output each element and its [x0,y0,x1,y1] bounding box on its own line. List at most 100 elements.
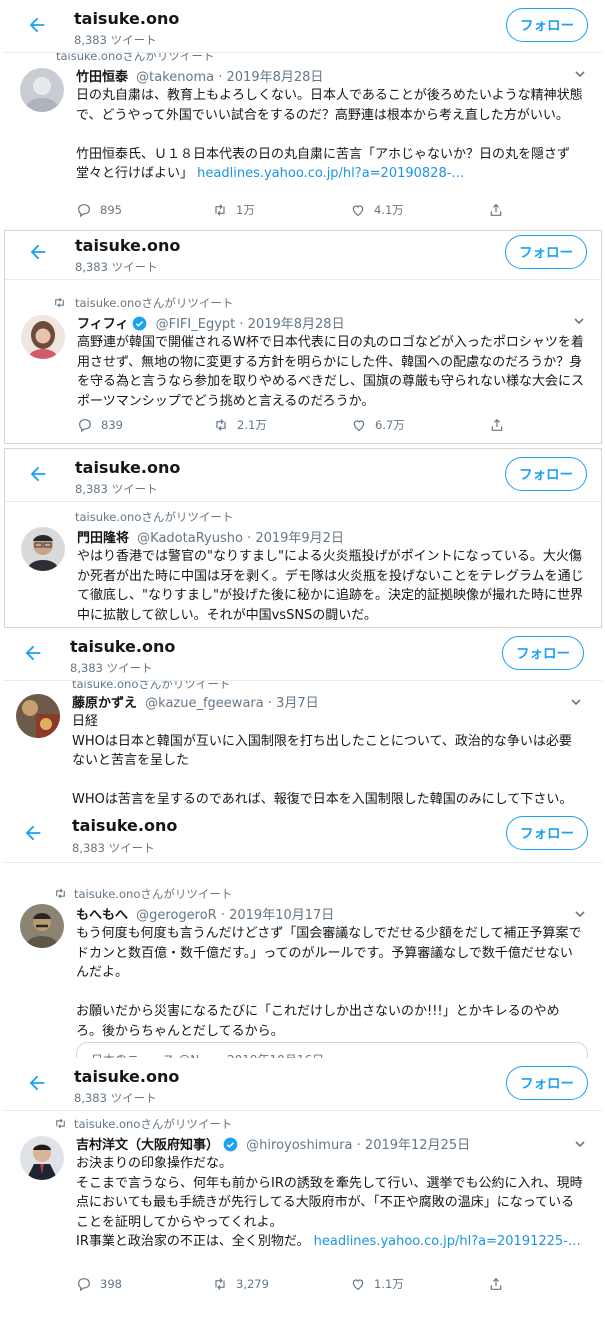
tweet-meta: 藤原かずえ @kazue_fgeewara · 3月7日 [72,692,319,711]
avatar[interactable] [20,68,64,112]
chevron-down-icon[interactable] [570,696,582,708]
profile-username: taisuke.ono [74,1067,180,1086]
author-handle[interactable]: @hiroyoshimura [246,1138,352,1153]
tweet-link[interactable]: headlines.yahoo.co.jp/hl?a=20191225-… [314,1234,581,1249]
like-count: 6.7万 [375,418,405,432]
tweet-count: 8,383 ツイート [75,482,158,496]
tweet-link[interactable]: headlines.yahoo.co.jp/hl?a=20190828-… [197,166,464,181]
share-button[interactable] [488,202,504,218]
tweet-meta: 竹田恒泰 @takenoma · 2019年8月28日 [76,66,323,85]
follow-button[interactable]: フォロー [505,235,587,269]
profile-username: taisuke.ono [72,816,178,835]
avatar[interactable] [21,315,65,359]
like-button[interactable]: 6.7万 [351,417,405,433]
like-button[interactable]: 4.1万 [350,202,404,218]
follow-button[interactable]: フォロー [506,1066,588,1100]
back-arrow-icon[interactable] [27,241,49,263]
share-button[interactable] [489,417,505,433]
tweet-date[interactable]: · 2019年9月2日 [247,531,344,546]
like-button[interactable]: 1.1万 [350,1276,404,1292]
share-button[interactable] [488,1276,504,1292]
tweet-date[interactable]: · 2019年12月25日 [357,1138,470,1153]
reply-button[interactable]: 398 [76,1276,122,1292]
tweet-panel-2: taisuke.ono 8,383 ツイート フォロー taisuke.onoさ… [4,230,602,444]
tweet-text: もう何度も何度も言うんだけどさず「国会審議なしでだせる少額をだして補正予算案でド… [76,926,582,1039]
retweet-button[interactable]: 3,279 [212,1276,269,1292]
reply-button[interactable]: 839 [77,417,123,433]
back-arrow-icon[interactable] [27,463,49,485]
share-icon [490,203,502,216]
author-handle[interactable]: @takenoma [136,70,214,85]
tweet-date[interactable]: · 2019年10月17日 [221,908,334,923]
tweet-meta: もへもへ @gerogeroR · 2019年10月17日 [76,904,334,923]
tweet-count: 8,383 ツイート [75,260,158,274]
retweet-icon [215,204,225,216]
chevron-down-icon[interactable] [574,908,586,920]
retweet-count: 2.1万 [237,418,267,432]
back-arrow-icon[interactable] [26,14,48,36]
back-arrow-icon[interactable] [22,642,44,664]
retweet-button[interactable]: 2.1万 [213,417,267,433]
retweet-label: taisuke.onoさんがリツイート [75,295,233,311]
retweet-icon [215,1278,225,1290]
profile-header: taisuke.ono 8,383 ツイート フォロー [4,1058,602,1111]
chevron-down-icon[interactable] [573,315,585,327]
tweet-date[interactable]: · 2019年8月28日 [218,70,323,85]
tweet-date[interactable]: · 2019年8月28日 [239,317,344,332]
tweet-panel-6: taisuke.ono 8,383 ツイート フォロー taisuke.onoさ… [4,1058,602,1314]
reply-icon [79,419,91,433]
tweet-meta: 門田隆将 @KadotaRyusho · 2019年9月2日 [77,527,344,546]
author-name[interactable]: フィフィ [77,317,128,332]
author-name[interactable]: 藤原かずえ [72,696,137,711]
heart-icon [352,1279,364,1291]
reply-count: 895 [100,203,122,217]
author-name[interactable]: もへもへ [76,908,128,923]
avatar[interactable] [20,904,64,948]
reply-icon [78,1278,90,1292]
reply-count: 398 [100,1277,122,1291]
retweet-label: taisuke.onoさんがリツイート [74,887,233,901]
tweet-count: 8,383 ツイート [74,1091,157,1105]
author-name[interactable]: 吉村洋文（大阪府知事） [76,1138,219,1153]
profile-header: taisuke.ono 8,383 ツイート フォロー [4,0,602,53]
author-handle[interactable]: @KadotaRyusho [137,531,243,546]
tweet-date[interactable]: · 3月7日 [268,696,319,711]
author-handle[interactable]: @kazue_fgeewara [145,696,264,711]
retweet-button[interactable]: 1万 [212,202,255,218]
profile-header: taisuke.ono 8,383 ツイート フォロー [5,231,601,280]
tweet-text: やはり香港では警官の"なりすまし"による火炎瓶投げがポイントになっている。大火傷… [77,549,584,623]
retweet-icon [55,297,64,308]
follow-button[interactable]: フォロー [502,636,584,670]
heart-icon [352,205,364,217]
retweet-count: 1万 [236,203,255,217]
tweet-text: 日の丸自粛は、教育上もよろしくない。日本人であることが後ろめたいような精神状態で… [76,86,584,184]
profile-username: taisuke.ono [74,9,180,28]
reply-button[interactable]: 895 [76,202,122,218]
profile-header: taisuke.ono 8,383 ツイート フォロー [4,810,602,863]
avatar[interactable] [21,527,65,571]
tweet-count: 8,383 ツイート [70,661,153,675]
follow-button[interactable]: フォロー [505,457,587,491]
tweet-text: お決まりの印象操作だな。 そこまで言うなら、何年も前からIRの誘致を牽先して行い… [76,1154,584,1252]
tweet-text: 高野連が韓国で開催されるW杯で日本代表に日の丸のロゴなどが入ったポロシャツを着用… [77,335,585,409]
chevron-down-icon[interactable] [574,1138,586,1150]
profile-username: taisuke.ono [75,458,181,477]
chevron-down-icon[interactable] [574,68,586,80]
follow-button[interactable]: フォロー [506,816,588,850]
back-arrow-icon[interactable] [22,822,44,844]
author-name[interactable]: 竹田恒泰 [76,70,128,85]
follow-button[interactable]: フォロー [506,8,588,42]
author-handle[interactable]: @gerogeroR [136,908,217,923]
avatar[interactable] [16,694,60,738]
author-name[interactable]: 門田隆将 [77,531,129,546]
profile-username: taisuke.ono [70,637,176,656]
tweet-panel-3: taisuke.ono 8,383 ツイート フォロー taisuke.onoさ… [4,448,602,628]
back-arrow-icon[interactable] [26,1072,48,1094]
author-handle[interactable]: @FIFI_Egypt [156,317,236,332]
profile-username: taisuke.ono [75,236,181,255]
retweet-label: taisuke.onoさんがリツイート [75,510,234,524]
verified-badge-icon [223,1137,238,1152]
avatar[interactable] [20,1136,64,1180]
retweet-icon [56,1118,65,1129]
verified-badge-icon [133,316,147,331]
